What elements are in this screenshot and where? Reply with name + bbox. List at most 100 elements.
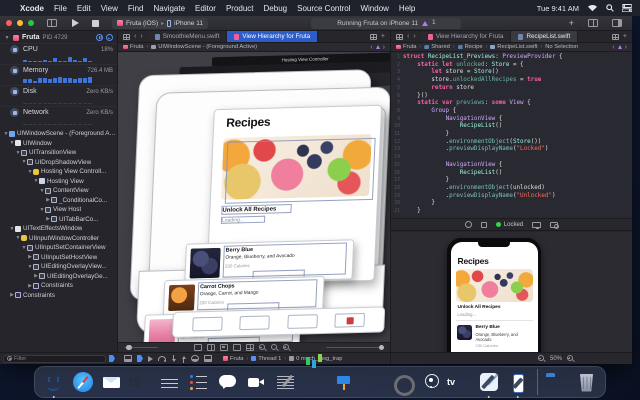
- library-add-button[interactable]: +: [565, 18, 578, 29]
- orientation-button[interactable]: [194, 344, 202, 351]
- breadcrumb-fruta[interactable]: Fruta: [123, 44, 144, 50]
- prev-issue-button[interactable]: ‹: [612, 44, 614, 51]
- tree-item-constraints[interactable]: ▶Constraints: [0, 281, 117, 291]
- code-line[interactable]: 1struct RecipeList_Previews: PreviewProv…: [391, 54, 632, 62]
- debug-crumb-0-mach-msg-trap[interactable]: 0 mach_msg_trap: [289, 356, 342, 362]
- dock-item-downloads[interactable]: [545, 370, 570, 395]
- dock-item-keynote[interactable]: [331, 370, 356, 395]
- back-button[interactable]: ‹: [134, 33, 136, 40]
- tree-item-uidropshadowview[interactable]: ▼UIDropShadowView: [0, 158, 117, 168]
- tab-item-wireframe-4-selected[interactable]: [335, 313, 366, 328]
- related-items-icon[interactable]: [396, 34, 403, 40]
- wifi-icon[interactable]: [587, 4, 598, 12]
- code-line[interactable]: 17 }: [391, 177, 632, 185]
- gauge-cpu[interactable]: CPU18%: [0, 43, 117, 64]
- zoom-out-button[interactable]: [259, 344, 266, 351]
- code-line[interactable]: 19 .previewDisplayName("Unlocked"): [391, 193, 632, 201]
- tab-item-wireframe-3[interactable]: [287, 314, 318, 329]
- related-items-icon[interactable]: [123, 34, 130, 40]
- tree-item-uiinputsethostview[interactable]: ▶UIInputSetHostView: [0, 253, 117, 263]
- step-into-button[interactable]: [171, 355, 176, 363]
- tab-item-wireframe-1[interactable]: [192, 317, 223, 332]
- issue-nav-icon[interactable]: [618, 45, 622, 49]
- tab-recipelist-swift[interactable]: RecipeList.swift: [511, 31, 578, 42]
- breadcrumb-shared[interactable]: Shared: [424, 44, 450, 50]
- forward-button[interactable]: ›: [413, 33, 415, 40]
- tree-item-uieditingoverlayview[interactable]: ▼UIEditingOverlayView...: [0, 262, 117, 272]
- code-line[interactable]: 8 Group {: [391, 108, 632, 116]
- menu-editor[interactable]: Editor: [195, 4, 216, 13]
- code-line[interactable]: 12 .environmentObject(Store()): [391, 139, 632, 147]
- code-line[interactable]: 5 return store: [391, 85, 632, 93]
- minimap-icon[interactable]: [370, 34, 377, 40]
- code-line[interactable]: 16 RecipeList(): [391, 170, 632, 178]
- tab-item-wireframe-2[interactable]: [239, 315, 270, 330]
- forward-button[interactable]: ›: [140, 33, 142, 40]
- preview-device-icon[interactable]: [532, 222, 541, 228]
- code-line[interactable]: 6 }(): [391, 93, 632, 101]
- breadcrumb-uiwindowscene-foreground-active[interactable]: UIWindowScene - (Foreground Active): [151, 44, 257, 50]
- spacing-slider[interactable]: [124, 347, 158, 349]
- code-line[interactable]: 18 .environmentObject(unlocked): [391, 185, 632, 193]
- tab-view-hierarchy-for-fruta[interactable]: View Hierarchy for Fruta: [227, 31, 318, 42]
- preview-zoom-in-button[interactable]: [567, 355, 574, 362]
- tree-item-uitransitionview[interactable]: ▼UITransitionView: [0, 148, 117, 158]
- dock-item-simulator[interactable]: [505, 370, 530, 395]
- scheme-selector[interactable]: Fruta (iOS) ▸ iPhone 11: [112, 18, 208, 29]
- menu-file[interactable]: File: [54, 4, 67, 13]
- menu-window[interactable]: Window: [360, 4, 388, 13]
- code-line[interactable]: 20 }: [391, 200, 632, 208]
- code-line[interactable]: 21 }: [391, 208, 632, 216]
- menu-debug[interactable]: Debug: [264, 4, 288, 13]
- next-issue-button[interactable]: ›: [383, 44, 385, 51]
- zoom-in-button[interactable]: [283, 344, 290, 351]
- process-row[interactable]: ▼ Fruta PID 4729: [0, 31, 117, 43]
- profile-process-button[interactable]: [106, 34, 113, 41]
- debug-crumb-fruta[interactable]: Fruta: [223, 356, 244, 362]
- range-slider[interactable]: [326, 347, 384, 349]
- constraints-overlay-button[interactable]: [246, 344, 254, 351]
- preview-canvas[interactable]: Recipes Unlock All Recipes Loading... Be…: [391, 232, 632, 352]
- dock-item-app-store[interactable]: [360, 370, 385, 395]
- dock-item-system-preferences[interactable]: [389, 370, 414, 395]
- preview-selected-scheme[interactable]: Locked: [496, 222, 523, 228]
- breakpoints-enabled-button[interactable]: [137, 355, 143, 362]
- menu-view[interactable]: View: [101, 4, 118, 13]
- dock-item-messages[interactable]: [215, 370, 240, 395]
- gauge-memory[interactable]: Memory726.4 MB: [0, 64, 117, 85]
- process-disclosure[interactable]: ▼: [4, 35, 10, 41]
- tree-item-conditionalco[interactable]: ▶_ConditionalCo...: [0, 196, 117, 206]
- runtime-issue-icon[interactable]: [422, 21, 428, 26]
- dock-item-notes[interactable]: [157, 370, 182, 395]
- minimap-icon[interactable]: [612, 34, 619, 40]
- breadcrumb-recipe[interactable]: Recipe: [458, 44, 483, 50]
- spotlight-search-icon[interactable]: [606, 4, 614, 12]
- window-close-button[interactable]: [6, 20, 12, 26]
- tree-item-uitabbarco[interactable]: ▶UITabBarCo...: [0, 215, 117, 225]
- issue-nav-icon[interactable]: [376, 45, 380, 49]
- tree-item-uiwindow[interactable]: ▼UIWindow: [0, 139, 117, 149]
- code-line[interactable]: 9 NavigationView {: [391, 116, 632, 124]
- tree-item-constraints[interactable]: ▶Constraints: [0, 291, 117, 301]
- tree-item-view-host[interactable]: ▼View Host: [0, 205, 117, 215]
- dock-item-xcode[interactable]: [476, 370, 501, 395]
- preview-screenshot-icon[interactable]: [550, 222, 558, 228]
- dock-item-mail[interactable]: [99, 370, 124, 395]
- run-button[interactable]: [68, 18, 83, 29]
- dock-item-podcasts[interactable]: [418, 370, 443, 395]
- preview-pin-icon[interactable]: [481, 222, 487, 228]
- runtime-issue-count[interactable]: 1: [432, 20, 435, 26]
- tab-smoothiemenu-swift[interactable]: SmoothieMenu.swift: [148, 31, 228, 42]
- code-line[interactable]: 15 NavigationView {: [391, 162, 632, 170]
- view-hierarchy-3d-canvas[interactable]: Hosting View Controller Recipes Unlock A…: [118, 52, 390, 344]
- code-line[interactable]: 13 .previewDisplayName("Locked"): [391, 146, 632, 154]
- preview-settings-icon[interactable]: [465, 221, 472, 228]
- control-center-icon[interactable]: [622, 4, 632, 12]
- menu-bar-clock[interactable]: Tue 9:41 AM: [537, 4, 579, 13]
- dock-item-textedit[interactable]: [273, 370, 298, 395]
- breadcrumb-fruta[interactable]: Fruta: [396, 44, 417, 50]
- debug-view-hierarchy-button[interactable]: [191, 355, 199, 362]
- menu-find[interactable]: Find: [128, 4, 144, 13]
- step-out-button[interactable]: [181, 355, 186, 363]
- menu-navigate[interactable]: Navigate: [153, 4, 185, 13]
